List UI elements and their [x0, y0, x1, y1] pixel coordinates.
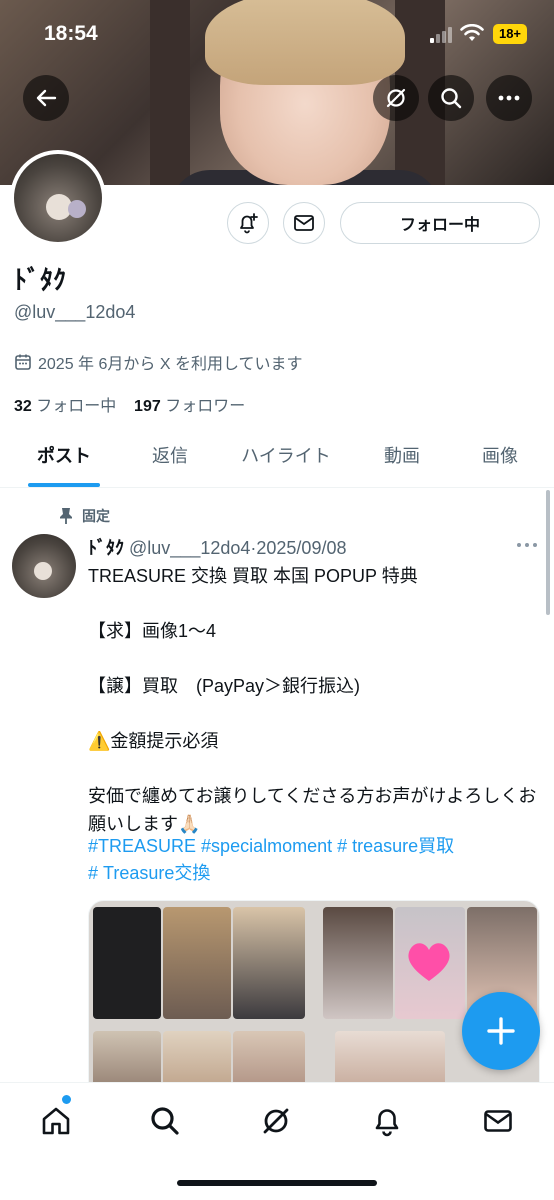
bell-plus-icon [240, 213, 258, 234]
envelope-icon [484, 1110, 512, 1132]
post-date[interactable]: 2025/09/08 [256, 538, 346, 558]
post-header: ﾄﾞﾀｸ @luv___12do4·2025/09/08 [88, 534, 346, 560]
nav-notifications[interactable] [367, 1101, 407, 1141]
nav-grok[interactable] [256, 1101, 296, 1141]
more-dots-icon [517, 543, 537, 547]
grok-icon [386, 88, 406, 108]
post-author-name[interactable]: ﾄﾞﾀｸ [88, 538, 124, 558]
active-tab-indicator [28, 483, 100, 487]
search-icon [441, 88, 462, 109]
following-button[interactable]: フォロー中 [340, 202, 540, 244]
grok-button[interactable] [373, 75, 419, 121]
profile-avatar[interactable] [10, 150, 106, 246]
compose-button[interactable] [462, 992, 540, 1070]
pinned-label: 固定 [82, 508, 110, 524]
hashtag-link[interactable]: #specialmoment [201, 836, 332, 856]
calendar-icon [15, 354, 31, 370]
post-author-handle[interactable]: @luv___12do4 [129, 538, 250, 558]
search-button[interactable] [428, 75, 474, 121]
message-button[interactable] [283, 202, 325, 244]
back-button[interactable] [23, 75, 69, 121]
battery-indicator: 18+ [493, 24, 527, 44]
profile-handle: @luv___12do4 [14, 302, 136, 322]
tab-media[interactable]: 画像 [460, 432, 540, 488]
search-icon [151, 1107, 179, 1135]
joined-text: 2025 年 6月から X を利用しています [38, 356, 303, 373]
photo-card [323, 907, 393, 1019]
nav-search[interactable] [145, 1101, 185, 1141]
post-more-button[interactable] [516, 532, 538, 553]
tab-videos[interactable]: 動画 [362, 432, 442, 488]
profile-name: ﾄﾞﾀｸ [14, 265, 67, 295]
cellular-signal-icon [430, 27, 452, 43]
back-arrow-icon [36, 89, 57, 107]
tab-replies[interactable]: 返信 [130, 432, 210, 488]
follow-stats: 32 フォロー中 197 フォロワー [14, 392, 245, 416]
wifi-icon [460, 24, 484, 41]
home-icon [42, 1107, 70, 1135]
nav-messages[interactable] [478, 1101, 518, 1141]
status-bar: 18:54 18+ [0, 0, 554, 70]
joined-date: 2025 年 6月から X を利用しています [14, 350, 302, 374]
more-button[interactable] [486, 75, 532, 121]
post-author-avatar[interactable] [12, 534, 76, 598]
home-indicator [177, 1180, 377, 1186]
pinned-indicator: 固定 [58, 506, 110, 526]
notify-button[interactable] [227, 202, 269, 244]
post-text: TREASURE 交換 買取 本国 POPUP 特典 【求】画像1〜4 【譲】買… [88, 566, 537, 834]
profile-tabs: ポスト 返信 ハイライト 動画 画像 [0, 432, 554, 488]
following-link[interactable]: 32 フォロー中 [14, 398, 116, 415]
plus-icon [487, 1017, 515, 1045]
notification-dot [62, 1095, 71, 1104]
heart-sticker-icon [408, 943, 450, 981]
envelope-icon [294, 215, 314, 231]
bell-icon [375, 1109, 399, 1137]
tab-highlights[interactable]: ハイライト [226, 432, 346, 488]
avatar-figure [68, 200, 86, 218]
photo-card [93, 907, 161, 1019]
followers-link[interactable]: 197 フォロワー [134, 398, 245, 415]
photo-card [163, 907, 231, 1019]
nav-home[interactable] [36, 1101, 76, 1141]
scrollbar[interactable] [546, 490, 550, 615]
hashtag-link[interactable]: # Treasure交換 [88, 863, 210, 883]
more-dots-icon [498, 95, 520, 101]
status-time: 18:54 [44, 22, 98, 45]
grok-icon [263, 1108, 289, 1134]
avatar-figure [34, 562, 52, 580]
photo-card [233, 907, 305, 1019]
hashtag-link[interactable]: # treasure買取 [337, 836, 454, 856]
post-media[interactable] [88, 900, 540, 1100]
tab-posts[interactable]: ポスト [18, 432, 110, 488]
post-hashtags: #TREASURE #specialmoment # treasure買取 # … [88, 833, 538, 887]
pin-icon [60, 508, 72, 524]
hashtag-link[interactable]: #TREASURE [88, 836, 196, 856]
